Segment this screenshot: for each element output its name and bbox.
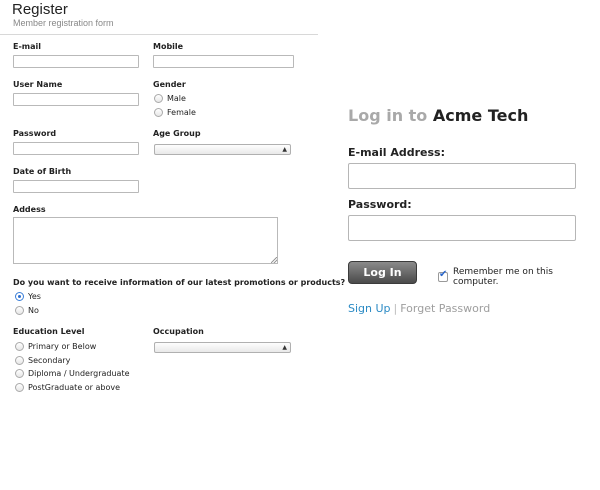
education-label: Education Level (13, 327, 85, 336)
mobile-input[interactable] (153, 55, 294, 68)
radio-selected-icon[interactable] (15, 292, 24, 301)
username-label: User Name (13, 80, 63, 89)
education-option-diploma[interactable]: Diploma / Undergraduate (15, 369, 130, 378)
login-email-input[interactable] (348, 163, 576, 189)
education-secondary-label: Secondary (28, 356, 71, 365)
promo-no-label: No (28, 306, 39, 315)
login-title-prefix: Log in to (348, 106, 428, 125)
login-links: Sign Up | Forget Password (348, 302, 490, 315)
password-input[interactable] (13, 142, 139, 155)
gender-female-label: Female (167, 108, 196, 117)
radio-icon[interactable] (15, 369, 24, 378)
radio-icon[interactable] (154, 108, 163, 117)
education-primary-label: Primary or Below (28, 342, 97, 351)
email-input[interactable] (13, 55, 139, 68)
age-group-label: Age Group (153, 129, 201, 138)
dob-input[interactable] (13, 180, 139, 193)
select-arrow-icon: ▲ (282, 146, 287, 153)
remember-me[interactable]: ✔ Remember me on this computer. (438, 267, 600, 287)
login-password-label: Password: (348, 198, 412, 211)
password-label: Password (13, 129, 57, 138)
select-arrow-icon: ▲ (282, 344, 287, 351)
gender-male-label: Male (167, 94, 186, 103)
occupation-label: Occupation (153, 327, 204, 336)
radio-icon[interactable] (15, 306, 24, 315)
education-option-primary[interactable]: Primary or Below (15, 342, 96, 351)
dob-label: Date of Birth (13, 167, 72, 176)
address-textarea[interactable] (13, 217, 278, 264)
occupation-select[interactable]: ▲ (154, 342, 291, 353)
register-divider (0, 34, 318, 35)
mobile-label: Mobile (153, 42, 184, 51)
promo-question: Do you want to receive information of ou… (13, 278, 346, 287)
link-separator: | (393, 302, 398, 315)
username-input[interactable] (13, 93, 139, 106)
login-email-label: E-mail Address: (348, 146, 445, 159)
signup-link[interactable]: Sign Up (348, 302, 391, 315)
register-title: Register (12, 1, 68, 18)
radio-icon[interactable] (154, 94, 163, 103)
age-group-select[interactable]: ▲ (154, 144, 291, 155)
promo-option-yes[interactable]: Yes (15, 292, 41, 301)
forgot-password-link[interactable]: Forget Password (400, 302, 490, 315)
login-button[interactable]: Log In (348, 261, 417, 284)
login-brand: Acme Tech (432, 106, 529, 125)
remember-checkbox[interactable]: ✔ (438, 269, 448, 282)
resize-grip-icon[interactable] (271, 257, 277, 263)
radio-icon[interactable] (15, 383, 24, 392)
education-diploma-label: Diploma / Undergraduate (28, 369, 130, 378)
education-option-secondary[interactable]: Secondary (15, 356, 70, 365)
gender-label: Gender (153, 80, 186, 89)
promo-option-no[interactable]: No (15, 306, 39, 315)
education-postgraduate-label: PostGraduate or above (28, 383, 121, 392)
login-password-input[interactable] (348, 215, 576, 241)
gender-option-male[interactable]: Male (154, 94, 186, 103)
email-label: E-mail (13, 42, 42, 51)
login-title: Log in to Acme Tech (348, 106, 528, 125)
gender-option-female[interactable]: Female (154, 108, 196, 117)
radio-icon[interactable] (15, 342, 24, 351)
education-option-postgraduate[interactable]: PostGraduate or above (15, 383, 120, 392)
remember-label: Remember me on this computer. (453, 267, 553, 287)
address-textarea-wrap (13, 217, 278, 264)
checkmark-icon: ✔ (439, 269, 448, 280)
register-subtitle: Member registration form (13, 18, 114, 28)
address-label: Addess (13, 205, 46, 214)
promo-yes-label: Yes (28, 292, 41, 301)
radio-icon[interactable] (15, 356, 24, 365)
